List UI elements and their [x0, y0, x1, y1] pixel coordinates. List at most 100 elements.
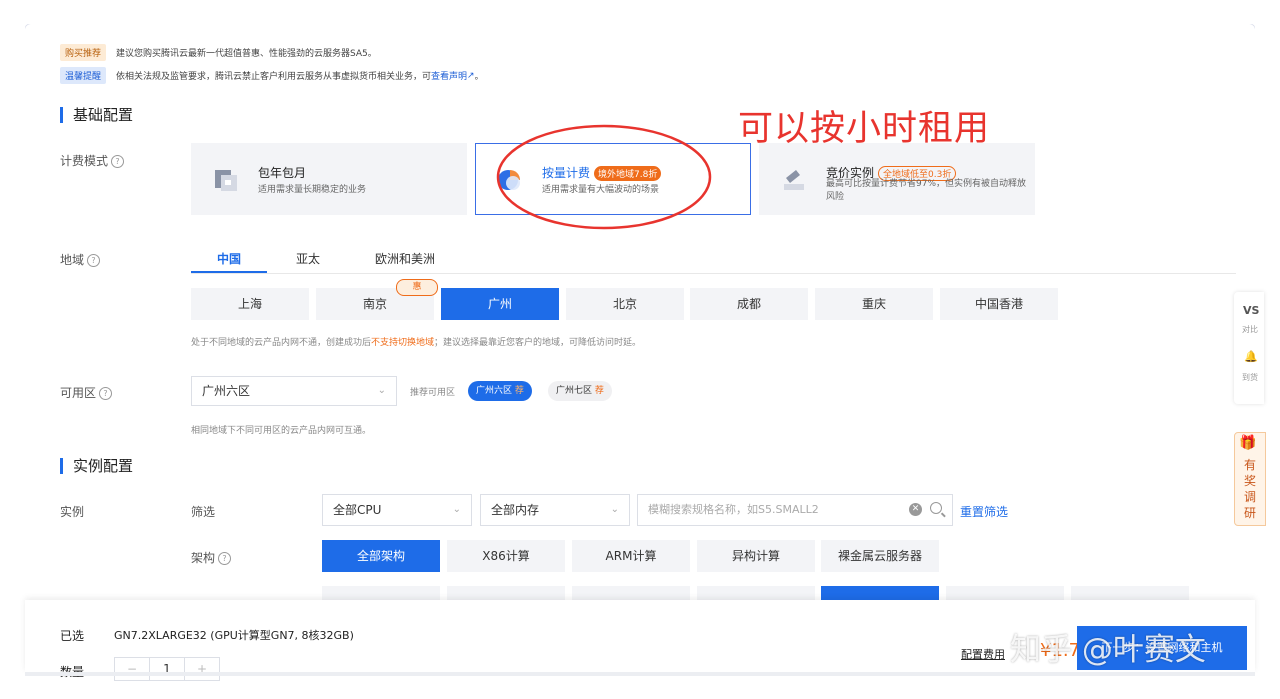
window-bottom-edge [25, 672, 1255, 676]
city-chengdu[interactable]: 成都 [690, 288, 808, 320]
hint-post: ；建议选择最靠近您客户的地域，可降低访问时延。 [434, 338, 642, 348]
quantity-value[interactable]: 1 [150, 658, 184, 680]
gavel-icon [784, 170, 804, 190]
pill-name: 广州七区 [556, 386, 593, 396]
tab-divider [191, 273, 1236, 274]
region-label-text: 地域 [60, 253, 85, 267]
compare-label[interactable]: 对比 [1242, 324, 1258, 335]
promo-badge: 惠 [396, 279, 438, 296]
survey-widget[interactable]: 🎁 有奖调研 [1234, 432, 1266, 526]
type-option[interactable] [322, 586, 440, 600]
view-statement-link[interactable]: 查看声明 [431, 69, 467, 82]
zone-pill-guangzhou-6[interactable]: 广州六区 荐 [468, 381, 532, 401]
zone-hint: 相同地域下不同可用区的云产品内网可互通。 [191, 426, 372, 436]
decrement-button[interactable]: − [115, 658, 150, 680]
instance-label: 实例 [60, 505, 85, 519]
zone-pill-guangzhou-7[interactable]: 广州七区 荐 [548, 381, 612, 401]
arch-all[interactable]: 全部架构 [322, 540, 440, 572]
city-hongkong[interactable]: 中国香港 [940, 288, 1058, 320]
help-icon[interactable]: ? [111, 155, 125, 168]
tab-asia-pacific[interactable]: 亚太 [296, 250, 320, 267]
arch-heterogeneous[interactable]: 异构计算 [697, 540, 815, 572]
billing-label: 计费模式? [60, 152, 125, 169]
card-desc: 适用需求量长期稳定的业务 [258, 185, 367, 195]
side-toolbar: VS 对比 🔔 到货 [1234, 292, 1264, 404]
cpu-select[interactable]: 全部CPU ⌄ [322, 494, 472, 526]
zone-label: 可用区? [60, 384, 113, 401]
billing-card-spot[interactable]: 竞价实例 全地域低至0.3折 最高可比按量计费节省97%，但实例有被自动释放风险 [759, 143, 1035, 215]
quantity-stepper: − 1 + [114, 657, 220, 681]
arch-arm[interactable]: ARM计算 [572, 540, 690, 572]
card-title: 包年包月 [258, 166, 307, 180]
region-label: 地域? [60, 251, 101, 268]
notice-recommend: 购买推荐 建议您购买腾讯云最新一代超值普惠、性能强劲的云服务器SA5。 [60, 44, 377, 61]
increment-button[interactable]: + [184, 658, 219, 680]
notice-tag: 温馨提醒 [60, 67, 107, 84]
pill-name: 广州六区 [476, 386, 513, 396]
notice-reminder: 温馨提醒 依相关法规及监管要求，腾讯云禁止客户利用云服务从事虚拟货币相关业务，可… [60, 67, 484, 84]
filter-label: 筛选 [191, 505, 216, 519]
notice-text: 依相关法规及监管要求，腾讯云禁止客户利用云服务从事虚拟货币相关业务，可 [116, 72, 432, 82]
selected-label: 已选 [60, 629, 85, 643]
city-beijing[interactable]: 北京 [566, 288, 684, 320]
zone-select[interactable]: 广州六区 ⌄ [191, 376, 397, 406]
memory-select[interactable]: 全部内存 ⌄ [480, 494, 630, 526]
clear-icon[interactable]: ✕ [909, 503, 922, 516]
arch-x86[interactable]: X86计算 [447, 540, 565, 572]
section-basic-config: 基础配置 [60, 107, 133, 123]
notice-text: 建议您购买腾讯云最新一代超值普惠、性能强劲的云服务器SA5。 [116, 49, 377, 59]
arrival-notice-label[interactable]: 到货 [1242, 372, 1258, 383]
section-instance-config: 实例配置 [60, 458, 133, 474]
search-icon[interactable] [930, 502, 942, 514]
recommended-zone-label: 推荐可用区 [410, 388, 456, 398]
selected-value: GN7.2XLARGE32 (GPU计算型GN7, 8核32GB) [114, 629, 354, 642]
spec-search-input[interactable]: 模糊搜索规格名称，如S5.SMALL2 ✕ [637, 494, 953, 526]
tab-active-indicator [191, 271, 267, 273]
billing-card-monthly[interactable]: 包年包月 适用需求量长期稳定的业务 [191, 143, 467, 215]
memory-select-value: 全部内存 [491, 503, 540, 517]
type-option[interactable] [447, 586, 565, 600]
type-option[interactable] [572, 586, 690, 600]
type-option[interactable] [946, 586, 1064, 600]
cpu-select-value: 全部CPU [333, 503, 382, 517]
city-shanghai[interactable]: 上海 [191, 288, 309, 320]
region-hint: 处于不同地域的云产品内网不通，创建成功后不支持切换地域；建议选择最靠近您客户的地… [191, 335, 641, 348]
chevron-down-icon: ⌄ [452, 504, 461, 515]
zone-label-text: 可用区 [60, 386, 97, 400]
hint-warning: 不支持切换地域 [371, 338, 435, 348]
arch-label-text: 架构 [191, 551, 216, 565]
notice-tag: 购买推荐 [60, 44, 107, 61]
city-guangzhou[interactable]: 广州 [441, 288, 559, 320]
card-desc: 最高可比按量计费节省97%，但实例有被自动释放风险 [826, 179, 1027, 202]
fee-label[interactable]: 配置费用 [961, 646, 1005, 662]
pill-rec: 荐 [594, 386, 604, 396]
gift-icon: 🎁 [1239, 435, 1257, 451]
purchase-page [25, 24, 1255, 672]
hint-pre: 处于不同地域的云产品内网不通，创建成功后 [191, 338, 372, 348]
tab-europe-america[interactable]: 欧洲和美洲 [375, 250, 435, 267]
chevron-down-icon: ⌄ [377, 385, 386, 396]
type-option[interactable] [1071, 586, 1189, 600]
arch-label: 架构? [191, 549, 232, 566]
compare-icon[interactable]: VS [1243, 304, 1259, 317]
survey-label: 有奖调研 [1244, 458, 1257, 520]
annotation-circle [496, 124, 712, 230]
city-chongqing[interactable]: 重庆 [815, 288, 933, 320]
chevron-down-icon: ⌄ [610, 504, 619, 515]
billing-label-text: 计费模式 [60, 154, 109, 168]
annotation-text: 可以按小时租用 [738, 109, 991, 149]
tab-china[interactable]: 中国 [217, 250, 241, 267]
help-icon[interactable]: ? [87, 254, 101, 267]
type-option-selected[interactable] [821, 586, 939, 600]
notice-suffix: 。 [474, 72, 484, 82]
reset-filter-link[interactable]: 重置筛选 [960, 503, 1008, 520]
bell-icon[interactable]: 🔔 [1244, 350, 1258, 363]
zone-select-value: 广州六区 [202, 384, 251, 398]
help-icon[interactable]: ? [218, 552, 232, 565]
search-placeholder: 模糊搜索规格名称，如S5.SMALL2 [648, 503, 819, 516]
help-icon[interactable]: ? [99, 387, 113, 400]
watermark: 知乎 @叶赛文 [1010, 632, 1206, 668]
external-link-icon: ↗ [467, 70, 475, 81]
type-option[interactable] [697, 586, 815, 600]
arch-bare-metal[interactable]: 裸金属云服务器 [821, 540, 939, 572]
